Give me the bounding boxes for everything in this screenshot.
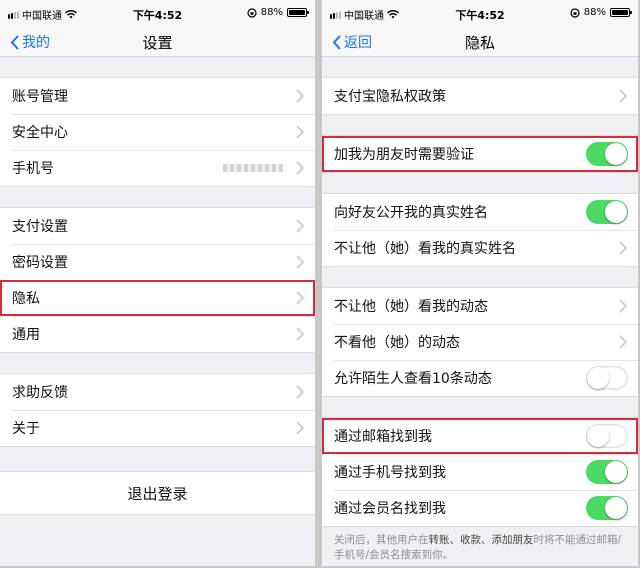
- privacy-item-find-email: 通过邮箱找到我: [322, 418, 638, 454]
- settings-item-account[interactable]: 账号管理: [0, 78, 315, 114]
- privacy-item-label: 通过邮箱找到我: [334, 429, 432, 445]
- settings-item-label: 关于: [12, 421, 40, 437]
- settings-item-label: 安全中心: [12, 125, 68, 141]
- settings-item-general[interactable]: 通用: [0, 316, 315, 352]
- realname-public-toggle[interactable]: [586, 200, 628, 224]
- status-bar: 中国联通 下午4:52 88%: [322, 0, 638, 26]
- chevron-right-icon: [296, 161, 305, 175]
- privacy-item-label: 通过手机号找到我: [334, 465, 446, 481]
- chevron-right-icon: [296, 385, 305, 399]
- privacy-group-verify: 加我为朋友时需要验证: [322, 135, 638, 173]
- settings-item-label: 通用: [12, 327, 40, 343]
- privacy-group-realname: 向好友公开我的真实姓名 不让他（她）看我的真实姓名: [322, 193, 638, 267]
- find-phone-toggle[interactable]: [586, 460, 628, 484]
- nav-bar: 我的 设置: [0, 26, 315, 57]
- privacy-group-policy: 支付宝隐私权政策: [322, 77, 638, 115]
- settings-item-label: 手机号: [12, 161, 54, 177]
- privacy-group-find-me: 通过邮箱找到我 通过手机号找到我 通过会员名找到我: [322, 417, 638, 527]
- chevron-right-icon: [296, 89, 305, 103]
- settings-group-help: 求助反馈 关于: [0, 373, 315, 447]
- footnote-text-a: 关闭后，其他用户在: [334, 534, 429, 546]
- battery-percent: 88%: [583, 7, 606, 18]
- nav-bar: 返回 隐私: [322, 26, 638, 57]
- settings-item-payment[interactable]: 支付设置: [0, 208, 315, 244]
- orientation-lock-icon: [570, 7, 580, 18]
- privacy-item-friend-verify: 加我为朋友时需要验证: [322, 136, 638, 172]
- privacy-policy-item[interactable]: 支付宝隐私权政策: [322, 78, 638, 114]
- find-member-toggle[interactable]: [586, 496, 628, 520]
- settings-item-label: 求助反馈: [12, 385, 68, 401]
- page-title: 隐私: [464, 34, 495, 52]
- privacy-item-find-phone: 通过手机号找到我: [322, 454, 638, 490]
- stranger-feed-toggle[interactable]: [586, 366, 628, 390]
- settings-item-privacy[interactable]: 隐私: [0, 280, 315, 316]
- page-title: 设置: [142, 34, 173, 52]
- privacy-item-label: 支付宝隐私权政策: [334, 89, 446, 105]
- privacy-screen: 中国联通 下午4:52 88% 返回 隐私 支付宝隐私权政策 加我为朋友时需要验…: [322, 0, 638, 566]
- settings-item-label: 支付设置: [12, 219, 68, 235]
- phone-number-blurred: [223, 164, 283, 172]
- privacy-item-label: 不看他（她）的动态: [334, 335, 460, 351]
- chevron-right-icon: [296, 327, 305, 341]
- settings-item-label: 隐私: [12, 291, 40, 307]
- chevron-right-icon: [296, 291, 305, 305]
- footnote-text-emphasis: 转账、收款、添加朋友: [428, 534, 534, 546]
- chevron-right-icon: [296, 421, 305, 435]
- privacy-item-realname-public: 向好友公开我的真实姓名: [322, 194, 638, 230]
- privacy-item-label: 不让他（她）看我的动态: [334, 299, 488, 315]
- settings-item-password[interactable]: 密码设置: [0, 244, 315, 280]
- privacy-item-label: 允许陌生人查看10条动态: [334, 371, 492, 387]
- privacy-item-hide-feed[interactable]: 不让他（她）看我的动态: [322, 288, 638, 324]
- chevron-right-icon: [619, 241, 628, 255]
- settings-item-label: 账号管理: [12, 89, 68, 105]
- settings-item-phone[interactable]: 手机号: [0, 150, 315, 186]
- chevron-right-icon: [296, 255, 305, 269]
- chevron-right-icon: [296, 125, 305, 139]
- status-bar: 中国联通 下午4:52 88%: [0, 0, 315, 26]
- privacy-item-hide-realname[interactable]: 不让他（她）看我的真实姓名: [322, 230, 638, 266]
- battery-icon: [287, 8, 309, 17]
- settings-group-account: 账号管理 安全中心 手机号: [0, 77, 315, 187]
- find-email-toggle[interactable]: [586, 424, 628, 448]
- privacy-item-label: 加我为朋友时需要验证: [334, 147, 474, 163]
- settings-screen: 中国联通 下午4:52 88% 我的 设置 账号管理 安全中心 手机号 支付设置…: [0, 0, 315, 566]
- settings-item-feedback[interactable]: 求助反馈: [0, 374, 315, 410]
- settings-item-label: 密码设置: [12, 255, 68, 271]
- settings-item-about[interactable]: 关于: [0, 410, 315, 446]
- chevron-right-icon: [619, 299, 628, 313]
- logout-button[interactable]: 退出登录: [0, 471, 315, 515]
- privacy-item-label: 通过会员名找到我: [334, 501, 446, 517]
- chevron-right-icon: [619, 335, 628, 349]
- battery-icon: [610, 8, 632, 17]
- settings-group-payment: 支付设置 密码设置 隐私 通用: [0, 207, 315, 353]
- privacy-item-find-member: 通过会员名找到我: [322, 490, 638, 526]
- privacy-item-stranger-feed: 允许陌生人查看10条动态: [322, 360, 638, 396]
- find-me-footnote: 关闭后，其他用户在转账、收款、添加朋友时将不能通过邮箱/手机号/会员名搜索到你。: [322, 527, 638, 566]
- orientation-lock-icon: [247, 7, 257, 18]
- privacy-item-label: 向好友公开我的真实姓名: [334, 205, 488, 221]
- privacy-group-feed: 不让他（她）看我的动态 不看他（她）的动态 允许陌生人查看10条动态: [322, 287, 638, 397]
- privacy-item-label: 不让他（她）看我的真实姓名: [334, 241, 516, 257]
- battery-percent: 88%: [260, 7, 283, 18]
- chevron-right-icon: [619, 89, 628, 103]
- settings-item-security[interactable]: 安全中心: [0, 114, 315, 150]
- chevron-right-icon: [296, 219, 305, 233]
- friend-verify-toggle[interactable]: [586, 142, 628, 166]
- privacy-item-ignore-feed[interactable]: 不看他（她）的动态: [322, 324, 638, 360]
